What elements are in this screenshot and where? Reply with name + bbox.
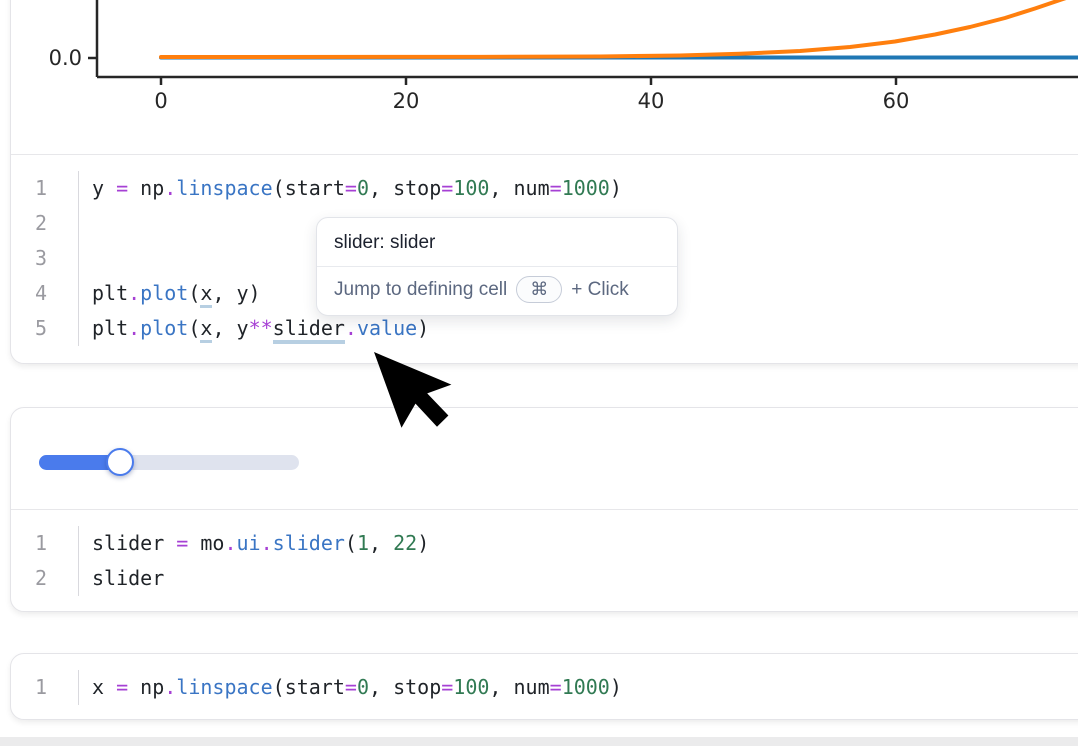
code-editor-slider[interactable]: 1 slider = mo.ui.slider(1, 22) 2 slider: [11, 509, 1078, 614]
command-key-icon: ⌘: [516, 276, 562, 303]
line-number: 1: [11, 670, 47, 705]
slider-handle[interactable]: [106, 448, 134, 476]
slider-output: [11, 408, 1078, 509]
line-number: 1: [11, 171, 47, 206]
variable-tooltip: slider: slider Jump to defining cell ⌘ +…: [316, 217, 678, 316]
tooltip-action-row: Jump to defining cell ⌘ + Click: [317, 266, 677, 315]
line-number: 5: [11, 311, 47, 346]
code-line[interactable]: 1 slider = mo.ui.slider(1, 22): [11, 526, 1078, 561]
page-bottom-band: [0, 737, 1078, 746]
code-text: plt.plot(x, y**slider.value): [78, 311, 1078, 346]
code-text: slider: [78, 561, 1078, 596]
code-text: x = np.linspace(start=0, stop=100, num=1…: [78, 670, 1078, 705]
line-number: 1: [11, 526, 47, 561]
tooltip-title: slider: slider: [317, 218, 677, 266]
code-editor-x[interactable]: 1 x = np.linspace(start=0, stop=100, num=…: [11, 654, 1078, 721]
plot-output: [11, 0, 1078, 154]
line-number: 4: [11, 276, 47, 311]
code-text: y = np.linspace(start=0, stop=100, num=1…: [78, 171, 1078, 206]
marimo-notebook: 1 y = np.linspace(start=0, stop=100, num=…: [0, 0, 1078, 746]
cell-x: 1 x = np.linspace(start=0, stop=100, num=…: [10, 653, 1078, 720]
tooltip-shortcut-suffix: + Click: [571, 279, 629, 301]
line-number: 2: [11, 561, 47, 596]
line-number: 3: [11, 241, 47, 276]
code-line[interactable]: 1 y = np.linspace(start=0, stop=100, num=…: [11, 171, 1078, 206]
tooltip-action-label: Jump to defining cell: [334, 279, 507, 301]
code-line[interactable]: 2 slider: [11, 561, 1078, 596]
code-line[interactable]: 1 x = np.linspace(start=0, stop=100, num=…: [11, 670, 1078, 705]
cell-slider: 1 slider = mo.ui.slider(1, 22) 2 slider: [10, 407, 1078, 612]
code-text: slider = mo.ui.slider(1, 22): [78, 526, 1078, 561]
code-line[interactable]: 5 plt.plot(x, y**slider.value): [11, 311, 1078, 346]
line-number: 2: [11, 206, 47, 241]
